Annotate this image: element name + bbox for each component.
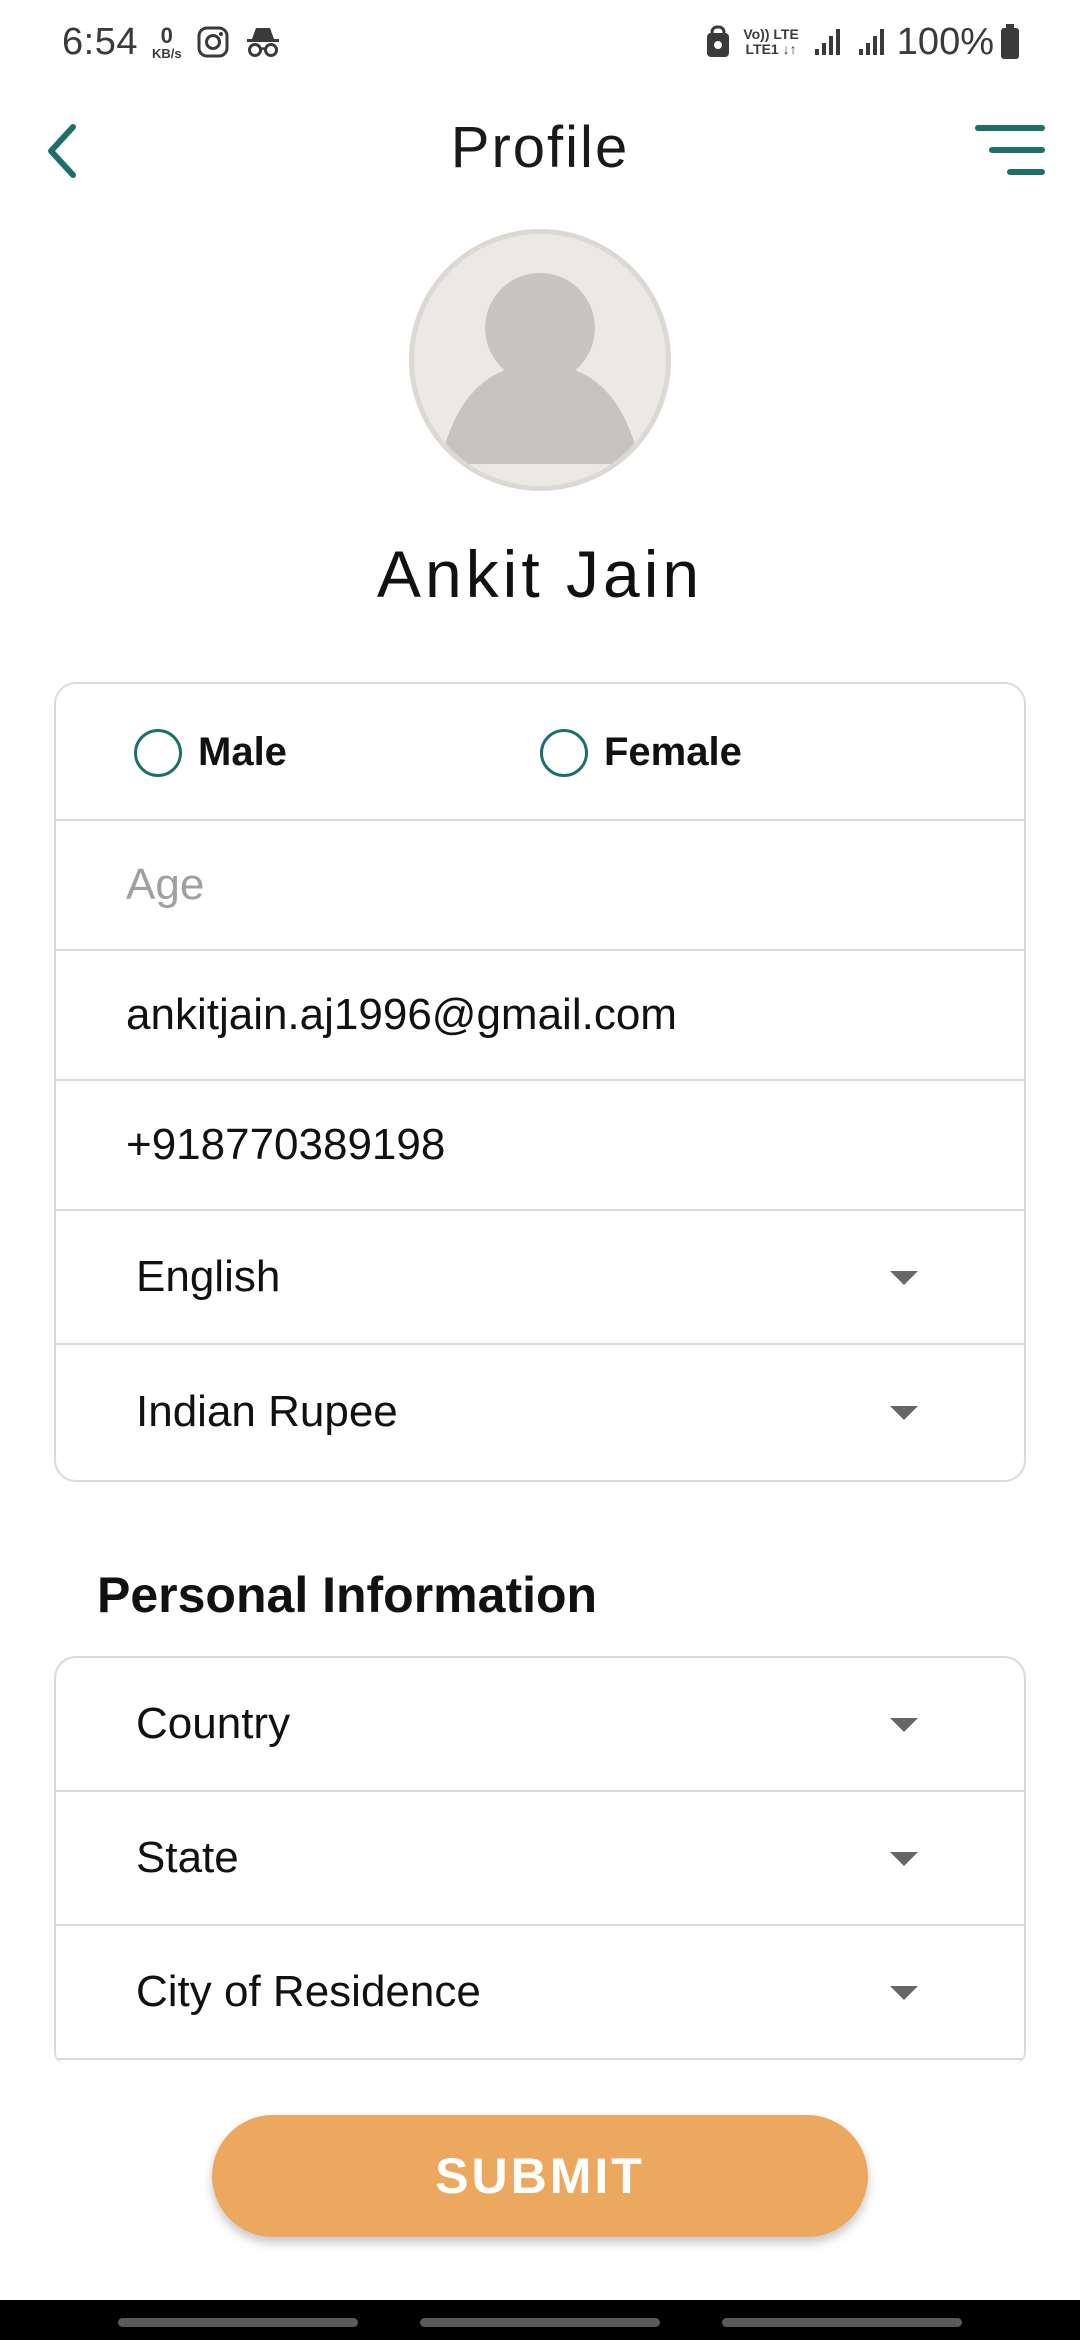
nav-recents-handle[interactable]: [118, 2318, 358, 2327]
city-placeholder: City of Residence: [136, 1967, 481, 2016]
signal-icon: [857, 27, 887, 57]
radio-label-male: Male: [198, 730, 287, 774]
email-field[interactable]: ankitjain.aj1996@gmail.com: [56, 951, 1024, 1081]
page-title: Profile: [450, 115, 630, 180]
email-value: ankitjain.aj1996@gmail.com: [126, 990, 677, 1039]
avatar[interactable]: [409, 229, 671, 491]
instagram-icon: [196, 25, 230, 59]
nav-back-handle[interactable]: [722, 2318, 962, 2327]
menu-icon: [975, 125, 1045, 175]
country-placeholder: Country: [136, 1699, 291, 1748]
status-time: 6:54: [62, 20, 138, 63]
gender-option-female[interactable]: Female: [540, 684, 742, 821]
dropdown-arrow-icon: [890, 1718, 918, 1732]
status-left: 6:54 0 KB/s: [62, 21, 282, 64]
signal-icon: [813, 27, 843, 57]
personal-info-card: Country State City of Residence: [54, 1656, 1026, 2064]
age-input[interactable]: Age: [56, 821, 1024, 951]
language-select[interactable]: English: [56, 1211, 1024, 1345]
lock-icon: [705, 25, 731, 59]
user-name: Ankit Jain: [376, 537, 704, 611]
dropdown-arrow-icon: [890, 1406, 918, 1420]
network-speed-value: 0: [160, 22, 173, 48]
status-bar: 6:54 0 KB/s Vo)) LTE LTE1 ↓↑ 100%: [0, 0, 1080, 84]
state-select[interactable]: State: [56, 1792, 1024, 1926]
phone-field[interactable]: +918770389198: [56, 1081, 1024, 1211]
personal-info-title: Personal Information: [97, 1567, 598, 1623]
age-placeholder: Age: [126, 860, 205, 909]
submit-label: SUBMIT: [435, 2148, 645, 2204]
basic-info-card: Male Female Age ankitjain.aj1996@gmail.c…: [54, 682, 1026, 1482]
header: Profile: [0, 100, 1080, 200]
battery-icon: [1000, 24, 1020, 60]
user-placeholder-icon: [440, 273, 640, 464]
submit-button[interactable]: SUBMIT: [212, 2115, 868, 2237]
nav-home-handle[interactable]: [420, 2318, 660, 2327]
gender-option-male[interactable]: Male: [134, 684, 287, 821]
network-speed-unit: KB/s: [151, 45, 182, 61]
radio-female[interactable]: [540, 728, 588, 777]
status-right: Vo)) LTE LTE1 ↓↑ 100%: [691, 21, 1020, 64]
network-type-bottom: LTE1 ↓↑: [745, 41, 797, 57]
network-type-top: Vo)) LTE: [743, 26, 799, 43]
incognito-icon: [244, 25, 282, 59]
network-type: Vo)) LTE LTE1 ↓↑: [743, 27, 798, 56]
currency-select[interactable]: Indian Rupee: [56, 1345, 1024, 1479]
country-select[interactable]: Country: [56, 1658, 1024, 1792]
battery-percent: 100%: [896, 20, 994, 63]
profile-screen: 6:54 0 KB/s Vo)) LTE LTE1 ↓↑ 100% Profil…: [0, 0, 1080, 2340]
network-speed: 0 KB/s: [151, 22, 182, 61]
currency-value: Indian Rupee: [136, 1387, 398, 1436]
radio-male[interactable]: [134, 728, 182, 777]
dropdown-arrow-icon: [890, 1986, 918, 2000]
city-select[interactable]: City of Residence: [56, 1926, 1024, 2060]
system-nav-bar: [0, 2300, 1080, 2340]
state-placeholder: State: [136, 1833, 239, 1882]
language-value: English: [136, 1252, 281, 1301]
radio-label-female: Female: [604, 730, 742, 774]
dropdown-arrow-icon: [890, 1271, 918, 1285]
gender-row: Male Female: [56, 684, 1024, 821]
phone-value: +918770389198: [126, 1120, 446, 1169]
dropdown-arrow-icon: [890, 1852, 918, 1866]
menu-button[interactable]: [974, 120, 1046, 180]
